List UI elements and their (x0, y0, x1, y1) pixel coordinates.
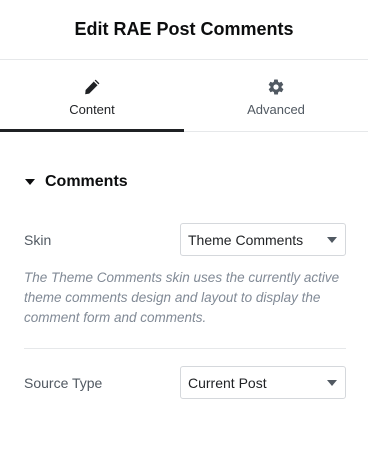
comments-section-toggle[interactable]: Comments (24, 172, 346, 192)
section-title: Comments (45, 173, 128, 190)
skin-label: Skin (24, 231, 52, 248)
skin-control: Skin Theme Comments (24, 223, 346, 256)
chevron-down-icon (327, 379, 337, 386)
tab-content-label: Content (69, 102, 115, 117)
panel-tabs: Content Advanced (0, 60, 368, 132)
tab-content[interactable]: Content (0, 60, 184, 132)
skin-description: The Theme Comments skin uses the current… (24, 270, 340, 325)
gear-icon (266, 77, 286, 97)
panel-title: Edit RAE Post Comments (74, 19, 294, 39)
source-type-select-value: Current Post (188, 374, 267, 391)
divider (24, 348, 346, 349)
source-type-select[interactable]: Current Post (180, 366, 346, 399)
skin-select-value: Theme Comments (188, 231, 304, 248)
pencil-icon (82, 77, 102, 97)
tab-advanced-label: Advanced (247, 102, 305, 117)
panel-header: Edit RAE Post Comments (0, 0, 368, 60)
source-type-label: Source Type (24, 374, 103, 391)
skin-select[interactable]: Theme Comments (180, 223, 346, 256)
comments-section: Comments Skin Theme Comments The Theme C… (0, 172, 368, 399)
chevron-down-icon (327, 236, 337, 243)
tab-advanced[interactable]: Advanced (184, 60, 368, 131)
source-type-control: Source Type Current Post (24, 366, 346, 399)
caret-down-icon (25, 176, 37, 188)
